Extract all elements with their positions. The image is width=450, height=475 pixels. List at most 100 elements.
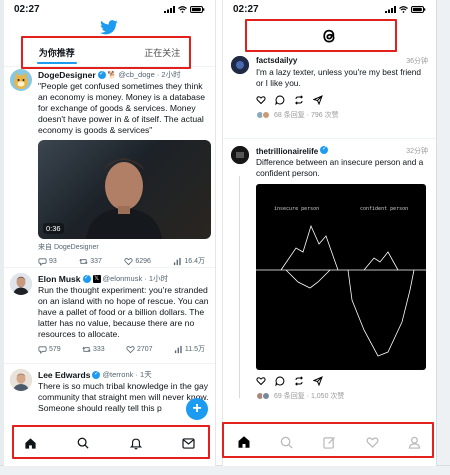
views-icon — [174, 257, 182, 265]
from-line[interactable]: 来自 DogeDesigner — [38, 242, 209, 252]
heart-icon — [126, 345, 135, 353]
retweet-icon — [79, 258, 88, 264]
thread-stats[interactable]: 69 条回复 · 1,050 次赞 — [256, 391, 428, 401]
nav-compose[interactable] — [320, 433, 338, 451]
avatar[interactable] — [231, 56, 249, 74]
heart-icon[interactable] — [256, 376, 266, 386]
backdrop-right — [436, 0, 450, 475]
retweet-count: 333 — [93, 345, 105, 353]
like-button[interactable]: 2707 — [126, 344, 153, 354]
repost-icon[interactable] — [294, 376, 304, 386]
nav-activity[interactable] — [363, 433, 381, 451]
tweet-body: DogeDesigner 🐕 @cb_doge · 2小时 "People ge… — [38, 69, 211, 266]
x-badge-icon: 𝕏 — [92, 274, 101, 283]
home-icon — [238, 436, 250, 448]
tweet-dogedesigner[interactable]: DogeDesigner 🐕 @cb_doge · 2小时 "People ge… — [4, 69, 215, 266]
tweet-actions: 579 333 2707 11.5万 — [38, 344, 209, 354]
battery-icon — [190, 5, 205, 13]
thread-connector-line — [239, 176, 240, 398]
avatar[interactable] — [10, 69, 32, 91]
notifications-icon — [129, 438, 142, 449]
tweet-author-name[interactable]: Lee Edwards — [38, 370, 90, 380]
reply-button[interactable]: 579 — [38, 344, 61, 354]
backdrop-bottom — [0, 465, 450, 475]
video-thumbnail-person — [86, 158, 162, 239]
tweet-body: Lee Edwards @terronk · 1天 There is so mu… — [38, 369, 209, 414]
nav-notifications[interactable] — [127, 434, 145, 452]
video-duration: 0:36 — [43, 223, 64, 234]
thread-stats-text: 68 条回复 · 796 次赞 — [274, 112, 339, 119]
status-time: 02:27 — [233, 3, 259, 15]
nav-home[interactable] — [21, 434, 39, 452]
tweet-video[interactable]: 0:36 — [38, 140, 211, 239]
profile-icon — [408, 436, 421, 449]
comment-icon[interactable] — [275, 95, 285, 105]
repost-icon[interactable] — [294, 95, 304, 105]
tab-for-you[interactable]: 为你推荐 — [4, 38, 110, 66]
thread-author-name[interactable]: thetrillionairelife — [256, 145, 329, 156]
twitter-screen: 02:27 为你推荐 正在关注 DogeDesigner 🐕 @cb_doge … — [4, 0, 216, 466]
like-count: 2707 — [137, 345, 153, 353]
thread-thetrillionairelife[interactable]: thetrillionairelife 32分钟 Difference betw… — [223, 145, 436, 401]
tweet-handle: @terronk · 1天 — [102, 370, 152, 379]
thread-body: thetrillionairelife 32分钟 Difference betw… — [256, 145, 428, 401]
share-icon[interactable] — [313, 376, 323, 386]
retweet-button[interactable]: 337 — [79, 256, 102, 266]
tweet-handle: @elonmusk · 1小时 — [102, 274, 169, 283]
compose-tweet-button[interactable]: + — [186, 398, 208, 420]
views-button[interactable]: 16.4万 — [173, 256, 205, 266]
comment-icon[interactable] — [275, 376, 285, 386]
avatar[interactable] — [231, 146, 249, 164]
thread-body: factsdailyy 36分钟 I'm a lazy texter, unle… — [256, 56, 428, 120]
tweet-author-name[interactable]: Elon Musk — [38, 274, 81, 284]
tweet-text: There is so much tribal knowledge in the… — [38, 381, 209, 413]
reply-icon — [38, 345, 47, 354]
thread-stats[interactable]: 68 条回复 · 796 次赞 — [256, 110, 428, 120]
bottom-nav — [223, 426, 436, 458]
thread-text: Difference between an insecure person an… — [256, 157, 424, 178]
tweet-leeedwards[interactable]: Lee Edwards @terronk · 1天 There is so mu… — [4, 369, 215, 414]
search-icon — [281, 436, 293, 449]
share-icon[interactable] — [313, 95, 323, 105]
status-bar: 02:27 — [223, 0, 436, 18]
verified-badge-icon — [92, 370, 101, 379]
nav-messages[interactable] — [180, 434, 198, 452]
replier-avatars — [256, 111, 270, 119]
nav-home[interactable] — [235, 433, 253, 451]
avatar[interactable] — [10, 273, 32, 295]
verified-badge-icon — [320, 145, 329, 154]
verified-badge-icon — [82, 274, 91, 283]
thread-factsdailyy[interactable]: factsdailyy 36分钟 I'm a lazy texter, unle… — [223, 56, 436, 120]
like-count: 6296 — [135, 257, 151, 265]
thread-text: I'm a lazy texter, unless you're my best… — [256, 67, 422, 88]
nav-profile[interactable] — [406, 433, 424, 451]
retweet-icon — [82, 346, 91, 352]
reply-button[interactable]: 93 — [38, 256, 57, 266]
retweet-count: 337 — [90, 257, 102, 265]
thread-author-name[interactable]: factsdailyy — [256, 56, 297, 66]
thread-actions — [256, 95, 428, 105]
messages-icon — [182, 437, 195, 449]
status-icons — [385, 5, 426, 13]
nav-search[interactable] — [278, 433, 296, 451]
retweet-button[interactable]: 333 — [82, 344, 105, 354]
image-label-confident: confident person — [360, 206, 409, 212]
heart-icon — [124, 257, 133, 265]
threads-logo-icon[interactable] — [319, 26, 339, 46]
thread-time: 36分钟 — [406, 58, 428, 65]
signal-icon — [385, 5, 396, 13]
like-button[interactable]: 6296 — [124, 256, 151, 266]
views-button[interactable]: 11.5万 — [174, 344, 205, 354]
timeline-tabs: 为你推荐 正在关注 — [4, 38, 215, 66]
image-label-insecure: insecure person — [274, 206, 320, 212]
tweet-author-name[interactable]: DogeDesigner — [38, 70, 96, 80]
nav-search[interactable] — [74, 434, 92, 452]
signal-icon — [164, 5, 175, 13]
heart-icon[interactable] — [256, 95, 266, 105]
tweet-elonmusk[interactable]: Elon Musk 𝕏 @elonmusk · 1小时 Run the thou… — [4, 273, 215, 354]
avatar[interactable] — [10, 369, 32, 391]
tweet-header: Lee Edwards @terronk · 1天 — [38, 369, 209, 380]
twitter-bird-icon[interactable] — [99, 20, 119, 36]
thread-image[interactable]: insecure person confident person — [256, 184, 426, 370]
tab-following[interactable]: 正在关注 — [110, 38, 216, 66]
